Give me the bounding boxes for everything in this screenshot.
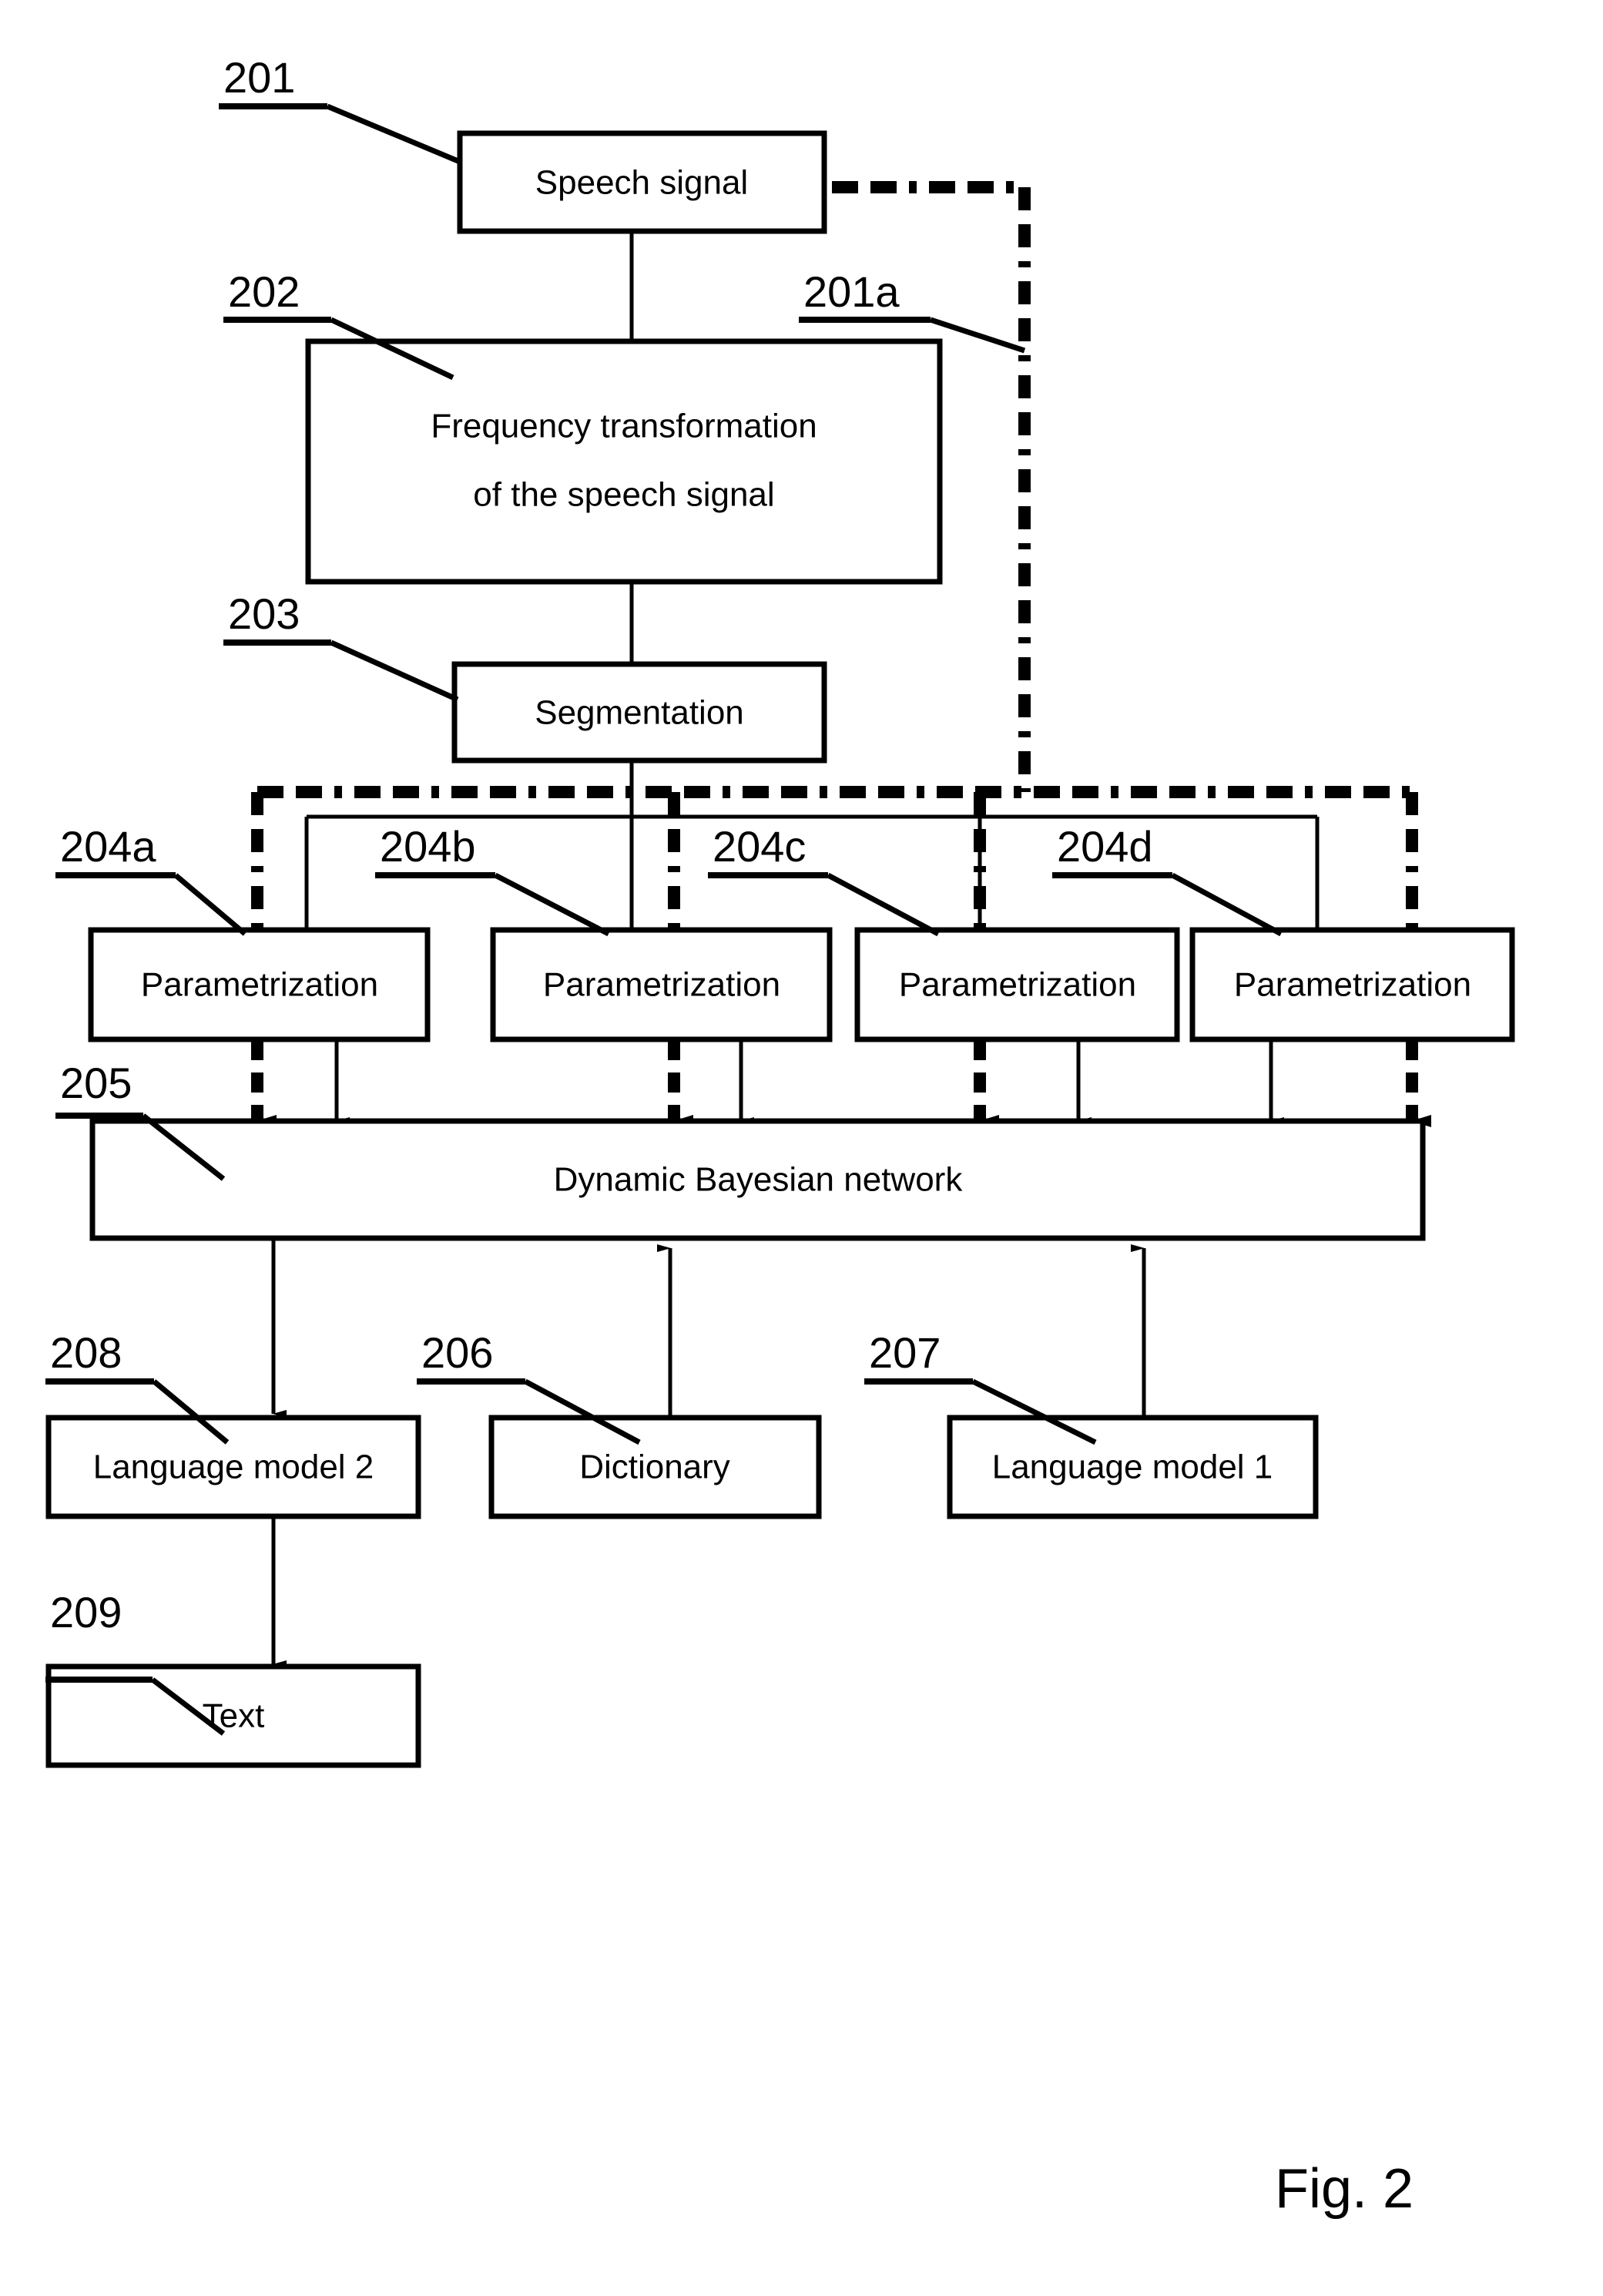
node-language-model-1[interactable]: Language model 1	[947, 1415, 1319, 1519]
figure-canvas: Speech signal Frequency transformation o…	[45, 53, 1515, 2220]
node-language-model-2-label: Language model 2	[93, 1448, 374, 1486]
node-parametrization-a[interactable]: Parametrization	[88, 927, 431, 1042]
node-frequency-transformation-label-line2: of the speech signal	[473, 476, 774, 514]
ref-leader-203: 203	[223, 589, 459, 703]
node-dictionary-label: Dictionary	[579, 1448, 730, 1486]
node-language-model-2[interactable]: Language model 2	[45, 1415, 421, 1519]
node-segmentation-label: Segmentation	[535, 694, 744, 732]
parametrization-to-dbn-arrows	[334, 1040, 1284, 1125]
ref-leader-204b: 204b	[375, 822, 610, 937]
ref-label-204a: 204a	[60, 822, 156, 871]
patent-figure: Speech signal Frequency transformation o…	[0, 0, 1603, 2296]
node-speech-signal-label: Speech signal	[535, 164, 748, 202]
ref-leader-201a: 201a	[799, 267, 1026, 354]
node-parametrization-c[interactable]: Parametrization	[854, 927, 1180, 1042]
ref-label-201: 201	[223, 53, 295, 102]
node-frequency-transformation-label-line1: Frequency transformation	[431, 408, 817, 445]
node-dynamic-bayesian-network-label: Dynamic Bayesian network	[554, 1161, 964, 1199]
ref-leader-204d: 204d	[1052, 822, 1283, 937]
ref-label-207: 207	[869, 1328, 941, 1377]
node-frequency-transformation[interactable]: Frequency transformation of the speech s…	[305, 338, 943, 585]
node-text-label: Text	[203, 1697, 265, 1735]
ref-label-201a: 201a	[803, 267, 900, 316]
node-dictionary[interactable]: Dictionary	[488, 1415, 822, 1519]
ref-leader-201: 201	[219, 53, 461, 165]
ref-label-203: 203	[228, 589, 300, 638]
node-segmentation[interactable]: Segmentation	[451, 661, 827, 764]
ref-label-206: 206	[421, 1328, 493, 1377]
node-parametrization-c-label: Parametrization	[899, 966, 1136, 1004]
ref-label-204c: 204c	[713, 822, 806, 871]
bus-drop-segments	[251, 1040, 1431, 1127]
ref-leader-204a: 204a	[55, 822, 247, 936]
node-parametrization-b[interactable]: Parametrization	[490, 927, 833, 1042]
node-speech-signal[interactable]: Speech signal	[457, 130, 827, 234]
node-parametrization-d[interactable]: Parametrization	[1189, 927, 1515, 1042]
ref-label-208: 208	[50, 1328, 122, 1377]
ref-leader-204c: 204c	[708, 822, 940, 937]
figure-caption: Fig. 2	[1275, 2158, 1414, 2220]
node-parametrization-d-label: Parametrization	[1234, 966, 1471, 1004]
node-language-model-1-label: Language model 1	[992, 1448, 1273, 1486]
node-parametrization-b-label: Parametrization	[543, 966, 780, 1004]
ref-label-204d: 204d	[1057, 822, 1153, 871]
ref-label-209: 209	[50, 1588, 122, 1636]
node-dynamic-bayesian-network[interactable]: Dynamic Bayesian network	[89, 1118, 1426, 1241]
ref-label-204b: 204b	[380, 822, 476, 871]
ref-label-202: 202	[228, 267, 300, 316]
ref-label-205: 205	[60, 1059, 132, 1107]
node-parametrization-a-label: Parametrization	[141, 966, 378, 1004]
